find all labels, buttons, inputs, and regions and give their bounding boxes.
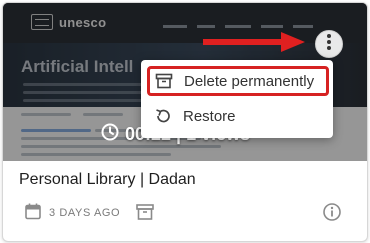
red-arrow-annotation	[203, 32, 305, 52]
menu-item-label: Delete permanently	[184, 72, 315, 90]
kebab-menu-icon	[326, 33, 332, 56]
card-date: 3 DAYS AGO	[49, 207, 121, 219]
card-thumbnail[interactable]: unesco Artificial Intell Delete permanen…	[3, 3, 367, 161]
info-icon	[323, 203, 341, 225]
archive-box-icon	[154, 71, 174, 91]
options-menu: Delete permanently Restore	[141, 60, 333, 138]
menu-item-restore[interactable]: Restore	[149, 102, 327, 130]
archive-icon	[136, 203, 155, 223]
library-card[interactable]: unesco Artificial Intell Delete permanen…	[2, 2, 368, 242]
clock-icon	[101, 123, 119, 146]
card-title[interactable]: Personal Library | Dadan	[19, 171, 196, 189]
restore-icon	[153, 106, 173, 126]
calendar-icon	[25, 203, 41, 223]
info-button[interactable]	[323, 203, 341, 221]
more-options-button[interactable]	[315, 30, 343, 58]
menu-item-delete-permanently[interactable]: Delete permanently	[147, 66, 329, 96]
menu-item-label: Restore	[183, 107, 236, 125]
card-meta: 3 DAYS AGO	[25, 203, 155, 223]
